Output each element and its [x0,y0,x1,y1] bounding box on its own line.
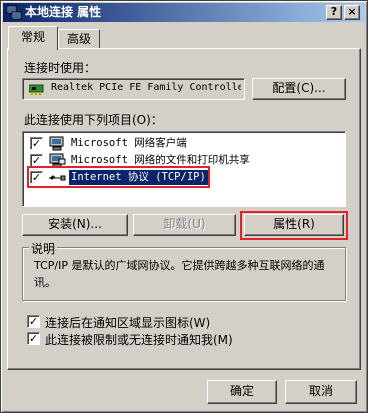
list-item-label: Internet 协议 (TCP/IP) [69,170,208,185]
notify-checkbox[interactable]: ✓ [27,332,40,345]
tcpip-checkbox[interactable]: ✓ [30,171,43,184]
properties-button[interactable]: 属性(R) [244,214,344,236]
network-adapter-icon [29,84,44,95]
tab-advanced[interactable]: 高级 [58,29,100,49]
network-connection-icon [6,5,22,20]
cancel-button[interactable]: 取消 [285,380,357,404]
uninstall-button[interactable]: 卸载(U) [133,214,236,236]
show-icon-checkbox[interactable]: ✓ [27,315,40,328]
connect-using-label: 连接时使用： [24,61,97,75]
close-button[interactable]: × [344,5,360,20]
description-title: 说明 [29,240,58,257]
window-title: 本地连接 属性 [25,5,102,19]
file-printer-sharing-icon [49,153,66,168]
file-printer-sharing-checkbox[interactable]: ✓ [30,154,43,167]
list-item-label: Microsoft 网络客户端 [71,137,187,149]
tab-general[interactable]: 常规 [8,26,58,50]
help-button[interactable]: ? [326,5,342,20]
title-bar[interactable]: 本地连接 属性 ? × [3,3,365,22]
list-item-tcpip[interactable]: ✓ Internet 协议 (TCP/IP) [27,169,343,186]
list-item-label: Microsoft 网络的文件和打印机共享 [71,154,250,166]
list-item-network-client[interactable]: ✓ Microsoft 网络客户端 [27,135,343,152]
adapter-name: Realtek PCIe FE Family Controller [51,82,241,93]
components-label: 此连接使用下列项目(O)： [24,113,163,127]
option-label: 此连接被限制或无连接时通知我(M) [45,333,233,347]
ok-button[interactable]: 确定 [207,380,277,404]
network-client-checkbox[interactable]: ✓ [30,137,43,150]
protocol-icon [49,175,66,181]
properties-dialog: 本地连接 属性 ? × 常规 高级 连接时使用： Realtek PCIe FE… [0,0,368,413]
network-client-icon [49,136,64,151]
option-label: 连接后在通知区域显示图标(W) [45,316,211,330]
description-text: TCP/IP 是默认的广域网协议。它提供跨越多种互联网络的通讯。 [34,259,325,289]
install-button[interactable]: 安装(N)... [22,214,128,236]
list-item-file-printer-sharing[interactable]: ✓ Microsoft 网络的文件和打印机共享 [27,152,343,169]
configure-button[interactable]: 配置(C)... [252,78,346,100]
components-list[interactable]: ✓ Microsoft 网络客户端 ✓ Microsoft 网络的文件和打印机共… [22,131,346,207]
adapter-field: Realtek PCIe FE Family Controller [22,78,245,100]
